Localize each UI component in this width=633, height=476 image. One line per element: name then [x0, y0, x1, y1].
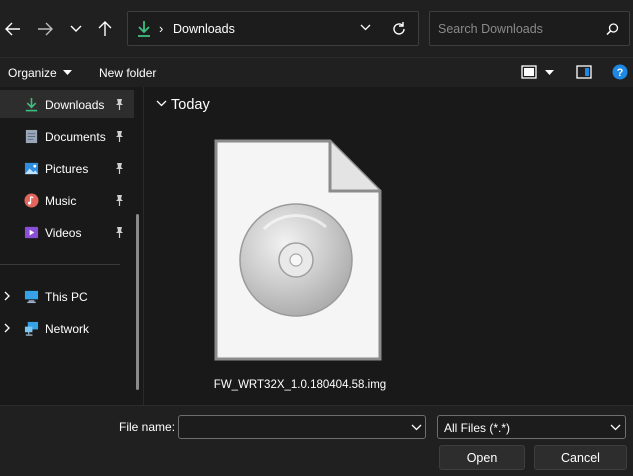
chevron-right-icon[interactable]: [4, 323, 10, 333]
file-name: FW_WRT32X_1.0.180404.58.img: [213, 379, 387, 391]
sidebar-item-documents[interactable]: Documents: [0, 122, 134, 150]
file-type-filter[interactable]: All Files (*.*): [437, 415, 626, 439]
sidebar-item-this-pc[interactable]: This PC: [0, 282, 134, 310]
navpane-scrollbar[interactable]: [136, 214, 139, 390]
nav-divider: [0, 264, 120, 265]
group-header-label: Today: [171, 97, 210, 113]
chevron-down-icon[interactable]: [360, 24, 371, 31]
sidebar-item-network[interactable]: Network: [0, 314, 134, 342]
new-folder-label: New folder: [99, 66, 157, 80]
search-icon[interactable]: [606, 23, 619, 36]
file-list-view: Today FW_WRT32X_1.0.180404.58.img: [144, 87, 633, 405]
up-button[interactable]: [92, 14, 118, 44]
arrow-left-icon: [5, 22, 20, 36]
download-arrow-icon: [138, 21, 150, 37]
dialog-footer: File name: All Files (*.*) Open Cancel: [0, 405, 633, 476]
sidebar-item-downloads[interactable]: Downloads: [0, 90, 134, 118]
file-name-combobox[interactable]: [178, 415, 426, 439]
disc-image-file-icon: [214, 139, 382, 361]
breadcrumb-separator: ›: [159, 21, 164, 36]
address-bar-row: › Downloads: [0, 0, 633, 57]
view-icon[interactable]: [521, 65, 537, 79]
sidebar-item-label: Network: [45, 322, 90, 336]
chevron-down-icon[interactable]: [411, 424, 422, 431]
new-folder-button[interactable]: New folder: [99, 66, 156, 80]
cancel-button[interactable]: Cancel: [534, 445, 627, 470]
breadcrumb-downloads[interactable]: Downloads: [173, 22, 235, 36]
chevron-down-icon: [156, 100, 167, 107]
file-name-input[interactable]: [183, 419, 403, 435]
pin-icon[interactable]: [114, 98, 125, 110]
chevron-right-icon[interactable]: [4, 291, 10, 301]
sidebar-item-music[interactable]: Music: [0, 186, 134, 214]
command-bar: Organize New folder ?: [0, 57, 633, 87]
preview-pane-icon[interactable]: [576, 65, 592, 79]
pin-icon[interactable]: [114, 226, 125, 238]
forward-button[interactable]: [32, 14, 58, 44]
arrow-right-icon: [38, 22, 53, 36]
sidebar-item-videos[interactable]: Videos: [0, 218, 134, 246]
sidebar-item-pictures[interactable]: Pictures: [0, 154, 134, 182]
chevron-down-icon: [70, 25, 82, 32]
group-header-today[interactable]: Today: [156, 97, 210, 113]
organize-button[interactable]: Organize: [8, 66, 72, 80]
download-arrow-icon: [25, 97, 38, 112]
open-button[interactable]: Open: [439, 445, 525, 470]
sidebar-item-label: Pictures: [45, 162, 89, 176]
navigation-pane: Downloads Documents Pictures Music Video…: [0, 87, 143, 405]
pin-icon[interactable]: [114, 162, 125, 174]
file-item[interactable]: FW_WRT32X_1.0.180404.58.img: [202, 135, 398, 397]
sidebar-item-label: Documents: [45, 130, 106, 144]
network-icon: [24, 321, 39, 336]
organize-label: Organize: [8, 66, 57, 80]
pin-icon[interactable]: [114, 130, 125, 142]
arrow-up-icon: [98, 21, 112, 36]
music-icon: [24, 193, 39, 208]
caret-down-icon: [62, 70, 72, 75]
back-button[interactable]: [0, 14, 26, 44]
sidebar-item-label: Videos: [45, 226, 82, 240]
pictures-icon: [24, 162, 39, 175]
sidebar-item-label: Music: [45, 194, 77, 208]
recent-locations-button[interactable]: [63, 14, 89, 44]
pin-icon[interactable]: [114, 194, 125, 206]
svg-text:?: ?: [617, 67, 624, 79]
documents-icon: [25, 129, 38, 144]
sidebar-item-label: Downloads: [45, 98, 105, 112]
file-type-filter-value: All Files (*.*): [444, 421, 511, 435]
help-icon[interactable]: ?: [612, 64, 628, 80]
search-input[interactable]: [438, 21, 598, 37]
videos-icon: [24, 226, 39, 239]
chevron-down-icon: [610, 424, 621, 431]
address-bar[interactable]: › Downloads: [127, 11, 419, 46]
refresh-icon[interactable]: [390, 20, 408, 38]
caret-down-icon[interactable]: [545, 70, 554, 75]
file-name-label: File name:: [119, 420, 176, 434]
search-box[interactable]: [429, 11, 630, 46]
sidebar-item-label: This PC: [45, 290, 88, 304]
this-pc-icon: [24, 290, 39, 304]
